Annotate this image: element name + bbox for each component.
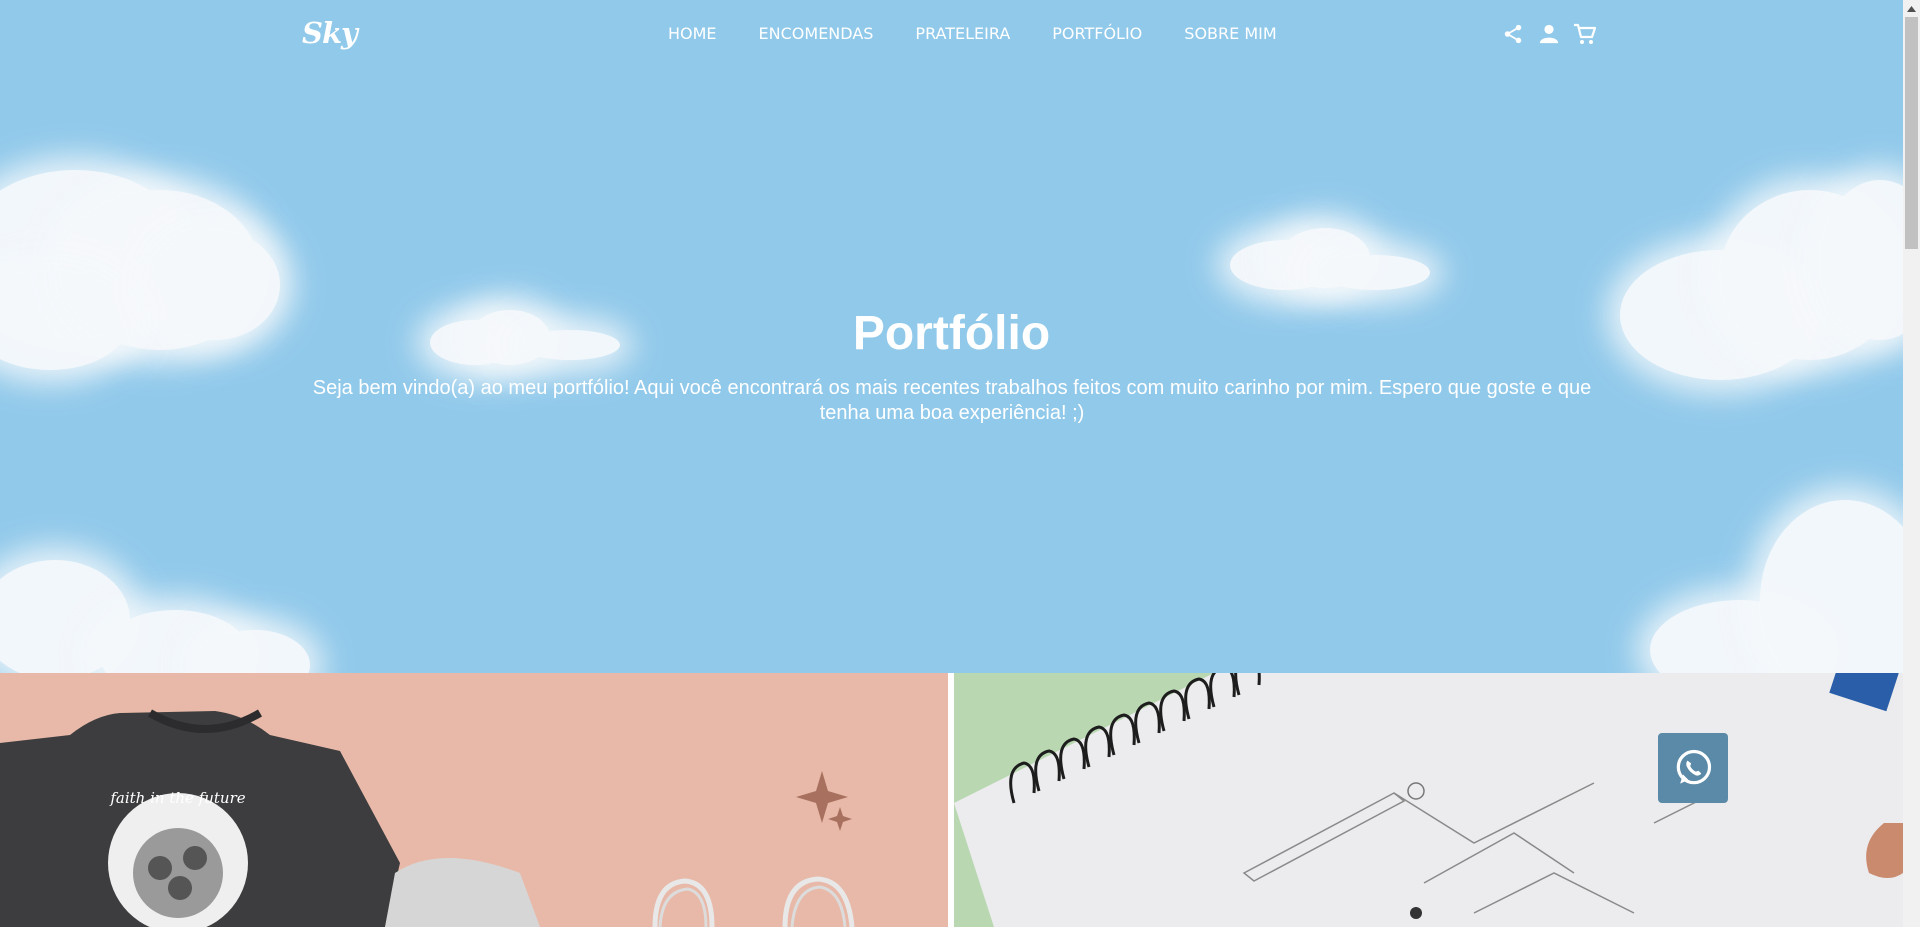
scroll-up-arrow-icon[interactable] [1903, 0, 1920, 17]
portfolio-item-notebook[interactable] [954, 673, 1903, 927]
portfolio-item-sweatshirt[interactable]: faith in the future [0, 673, 948, 927]
nav-item-sobre-mim[interactable]: SOBRE MIM [1184, 24, 1276, 43]
shirt-print-text: faith in the future [109, 789, 245, 807]
share-icon[interactable] [1500, 20, 1526, 48]
nav-item-prateleira[interactable]: PRATELEIRA [915, 24, 1010, 43]
hero-banner: Portfólio Seja bem vindo(a) ao meu portf… [0, 0, 1903, 673]
top-navigation: Sky HOME ENCOMENDAS PRATELEIRA PORTFÓLIO… [0, 0, 1903, 70]
nav-item-portfolio[interactable]: PORTFÓLIO [1052, 24, 1142, 43]
brand-logo[interactable]: Sky [302, 16, 358, 50]
nav-menu: HOME ENCOMENDAS PRATELEIRA PORTFÓLIO SOB… [668, 24, 1319, 43]
scrollbar-thumb[interactable] [1905, 17, 1918, 249]
nav-item-encomendas[interactable]: ENCOMENDAS [759, 24, 874, 43]
sweatshirt-photo: faith in the future [0, 709, 855, 927]
whatsapp-button[interactable] [1658, 733, 1728, 803]
vertical-scrollbar[interactable] [1903, 0, 1920, 927]
page-title: Portfólio [852, 307, 1051, 360]
nav-item-home[interactable]: HOME [668, 24, 717, 43]
cart-icon[interactable] [1572, 20, 1598, 48]
nav-actions [1500, 20, 1598, 48]
notebook-sketch-photo [954, 673, 1903, 927]
user-icon[interactable] [1536, 20, 1562, 48]
page-subtitle: Seja bem vindo(a) ao meu portfólio! Aqui… [312, 377, 1592, 424]
whatsapp-icon [1676, 749, 1712, 785]
